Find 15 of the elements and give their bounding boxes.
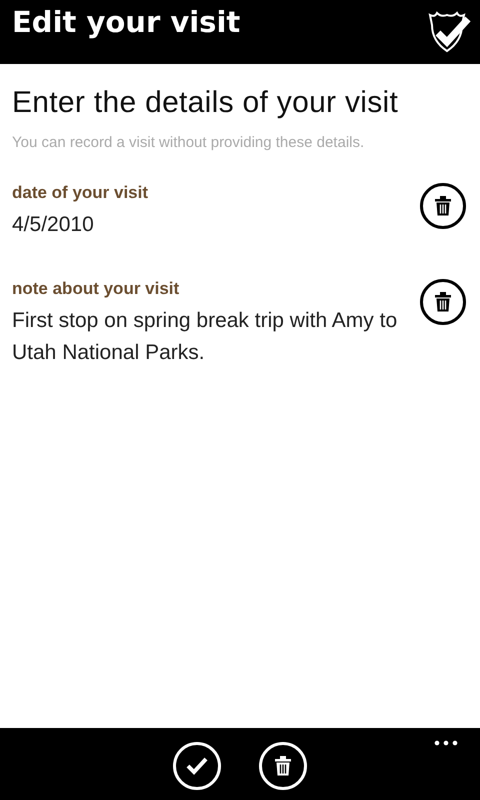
check-icon [186,757,208,775]
delete-button[interactable] [420,279,466,325]
trash-icon [275,756,291,776]
delete-button[interactable] [420,183,466,229]
section-heading: Enter the details of your visit [12,86,400,120]
field-value[interactable]: First stop on spring break trip with Amy to Utah National Parks. [12,305,412,369]
more-icon[interactable] [434,740,458,746]
trash-icon [435,196,451,216]
page-title: Edit your visit [12,5,240,39]
field-label: date of your visit [12,183,150,203]
save-button[interactable] [173,742,221,790]
field-label: note about your visit [12,279,180,299]
field-value[interactable]: 4/5/2010 [12,209,412,241]
trash-icon [435,292,451,312]
hint-text: You can record a visit without providing these details. [12,134,366,151]
